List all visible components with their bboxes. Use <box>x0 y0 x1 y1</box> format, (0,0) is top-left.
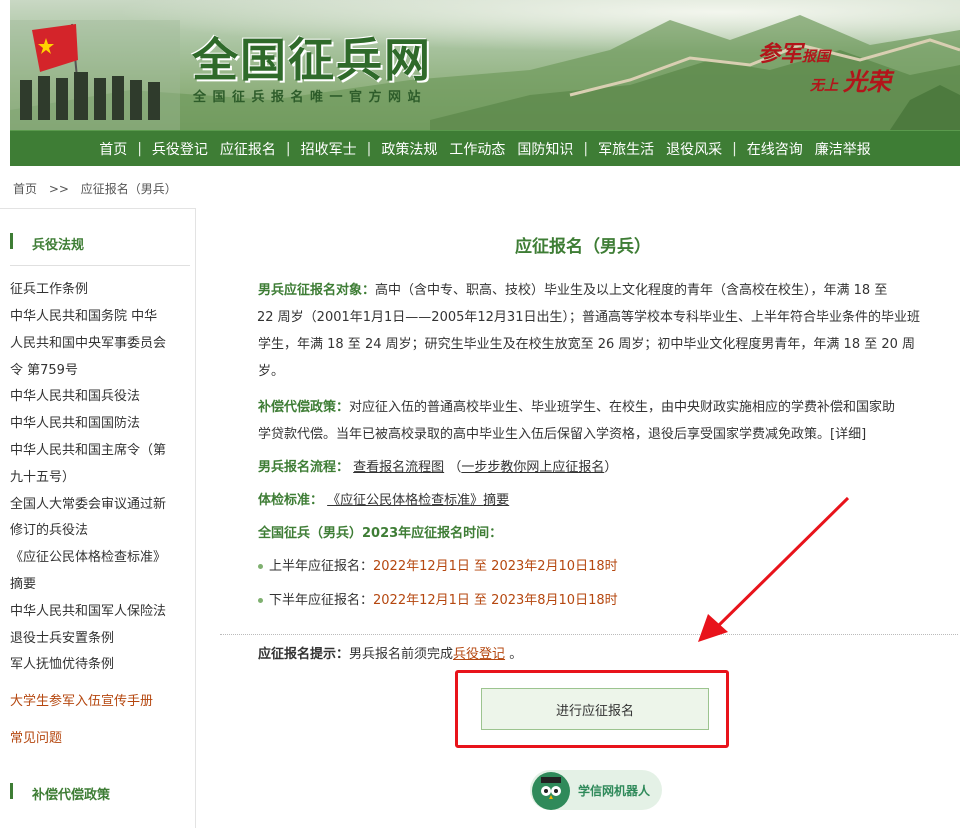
bullet-icon <box>258 598 263 603</box>
compensation-text: 对应征入伍的普通高校毕业生、毕业班学生、在校生，由中央财政实施相应的学费补偿和国… <box>349 400 896 415</box>
nav-separator: | <box>137 140 142 157</box>
sidebar-link[interactable]: 《应征公民体格检查标准》 <box>10 544 188 571</box>
compensation-label: 补偿代偿政策： <box>258 400 350 415</box>
red-arrow-annotation <box>698 496 850 642</box>
sidebar-section-title: 兵役法规 <box>32 238 85 253</box>
section-marker <box>10 233 13 249</box>
nav-separator: | <box>285 140 291 157</box>
nav-item-defense-knowledge[interactable]: 国防知识 <box>511 139 579 159</box>
paren-open: （ <box>448 460 462 475</box>
nav-item-enlistment[interactable]: 应征报名 <box>214 139 282 159</box>
physical-standard-link[interactable]: 《应征公民体格检查标准》摘要 <box>327 493 509 508</box>
sidebar-link-faq[interactable]: 常见问题 <box>10 725 188 752</box>
first-half-value: 2022年12月1日 至 2023年2月10日18时 <box>373 559 618 574</box>
sidebar-link[interactable]: 中华人民共和国国防法 <box>10 410 188 437</box>
sidebar-link[interactable]: 摘要 <box>10 571 188 598</box>
owl-robot-icon <box>532 772 570 810</box>
sidebar-link[interactable]: 中华人民共和国军人保险法 <box>10 598 188 625</box>
robot-label: 学信网机器人 <box>578 784 651 798</box>
process-label: 男兵报名流程： <box>258 460 350 475</box>
view-flowchart-link[interactable]: 查看报名流程图 <box>353 460 444 475</box>
site-title: 全国征兵网 <box>192 33 432 87</box>
compensation-paragraph: 补偿代偿政策：对应征入伍的普通高校毕业生、毕业班学生、在校生，由中央财政实施相应… <box>258 394 943 448</box>
sidebar-link[interactable]: 军人抚恤优待条例 <box>10 651 188 678</box>
physical-standard-label: 体检标准： <box>258 493 324 508</box>
nav-separator: | <box>366 140 372 157</box>
sidebar-link[interactable]: 修订的兵役法 <box>10 517 188 544</box>
step-by-step-guide-link[interactable]: 一步步教你网上应征报名 <box>461 460 604 475</box>
nav-separator: | <box>732 140 737 157</box>
sidebar-link[interactable]: 中华人民共和国务院 中华 <box>10 303 188 330</box>
nav-item-report[interactable]: 廉洁举报 <box>809 139 877 159</box>
military-registration-link[interactable]: 兵役登记 <box>453 647 505 662</box>
nav-item-policies[interactable]: 政策法规 <box>375 139 443 159</box>
nav-item-veterans[interactable]: 退役风采 <box>660 139 728 159</box>
robot-assistant-widget[interactable]: 学信网机器人 <box>530 770 662 810</box>
sidebar-section-title: 补偿代偿政策 <box>32 788 111 803</box>
nav-item-online-consult[interactable]: 在线咨询 <box>741 139 809 159</box>
nav-item-nco-recruit[interactable]: 招收军士 <box>295 139 363 159</box>
apply-enlistment-button[interactable]: 进行应征报名 <box>481 688 709 730</box>
sidebar-link[interactable]: 退役士兵安置条例 <box>10 625 188 652</box>
nav-item-home[interactable]: 首页 <box>93 139 133 159</box>
second-half-value: 2022年12月1日 至 2023年8月10日18时 <box>373 593 618 608</box>
sidebar-section-military-law: 兵役法规 <box>10 212 190 266</box>
sidebar-link[interactable]: 人民共和国中央军事委员会 <box>10 330 188 357</box>
tip-text: 男兵报名前须完成 <box>349 647 454 662</box>
second-half-label: 下半年应征报名： <box>269 593 374 608</box>
breadcrumb: 首页 >> 应征报名（男兵） <box>13 180 185 197</box>
nav-item-news[interactable]: 工作动态 <box>443 139 511 159</box>
sidebar-link[interactable]: 征兵工作条例 <box>10 276 188 303</box>
sidebar-link-handbook[interactable]: 大学生参军入伍宣传手册 <box>10 688 188 715</box>
nav-item-military-life[interactable]: 军旅生活 <box>592 139 660 159</box>
compensation-line: 补偿代偿政策：对应征入伍的普通高校毕业生、毕业班学生、在校生，由中央财政实施相应… <box>258 394 943 421</box>
section-marker <box>10 783 13 799</box>
breadcrumb-current: 应征报名（男兵） <box>80 182 177 196</box>
sidebar-link[interactable]: 令 第759号 <box>10 357 188 384</box>
sidebar-link[interactable]: 全国人大常委会审议通过新 <box>10 491 188 518</box>
eligibility-line: 22 周岁（2001年1月1日——2005年12月31日出生）；普通高等学校本专… <box>257 310 920 325</box>
eligibility-paragraph: 男兵应征报名对象：高中（含中专、职高、技校）毕业生及以上文化程度的青年（含高校在… <box>257 277 943 385</box>
sidebar-link[interactable]: 九十五号） <box>10 464 188 491</box>
bullet-icon <box>258 564 263 569</box>
eligibility-text: 高中（含中专、职高、技校）毕业生及以上文化程度的青年（含高校在校生），年满 18… <box>375 283 888 298</box>
nav-separator: | <box>583 140 589 157</box>
sidebar-section-compensation: 补偿代偿政策 <box>10 762 190 816</box>
header-banner: 全国征兵网 全国征兵报名唯一官方网站 参军报国 无上 光荣 <box>10 0 960 130</box>
eligibility-label: 男兵应征报名对象： <box>258 283 376 298</box>
page-title: 应征报名（男兵） <box>515 237 651 257</box>
site-subtitle: 全国征兵报名唯一官方网站 <box>193 90 428 105</box>
compensation-line[interactable]: 学贷款代偿。当年已被高校录取的高中毕业生入伍后保留入学资格，退役后享受国家学费减… <box>258 421 943 448</box>
process-row: 男兵报名流程： 查看报名流程图 （一步步教你网上应征报名） <box>258 454 943 481</box>
paren-close: ） <box>604 460 618 475</box>
nav-item-military-registration[interactable]: 兵役登记 <box>146 139 214 159</box>
sidebar-link[interactable]: 中华人民共和国兵役法 <box>10 383 188 410</box>
eligibility-line: 男兵应征报名对象：高中（含中专、职高、技校）毕业生及以上文化程度的青年（含高校在… <box>258 277 943 304</box>
breadcrumb-home[interactable]: 首页 <box>13 182 37 196</box>
tip-end: 。 <box>509 647 523 662</box>
eligibility-line: 岁。 <box>258 364 285 379</box>
registration-time-label: 全国征兵（男兵）2023年应征报名时间： <box>258 526 503 541</box>
flag-and-soldiers-image <box>10 20 180 130</box>
slogan-line-2: 无上 光荣 <box>810 67 891 96</box>
eligibility-line: 学生，年满 18 至 24 周岁；研究生毕业生及在校生放宽至 26 周岁；初中毕… <box>258 337 916 352</box>
sidebar-link[interactable]: 中华人民共和国主席令（第 <box>10 437 188 464</box>
main-nav: 首页 | 兵役登记 应征报名 | 招收军士 | 政策法规 工作动态 国防知识 |… <box>10 130 960 166</box>
tip-label: 应征报名提示： <box>258 647 350 662</box>
breadcrumb-separator: >> <box>48 182 69 196</box>
first-half-label: 上半年应征报名： <box>269 559 374 574</box>
